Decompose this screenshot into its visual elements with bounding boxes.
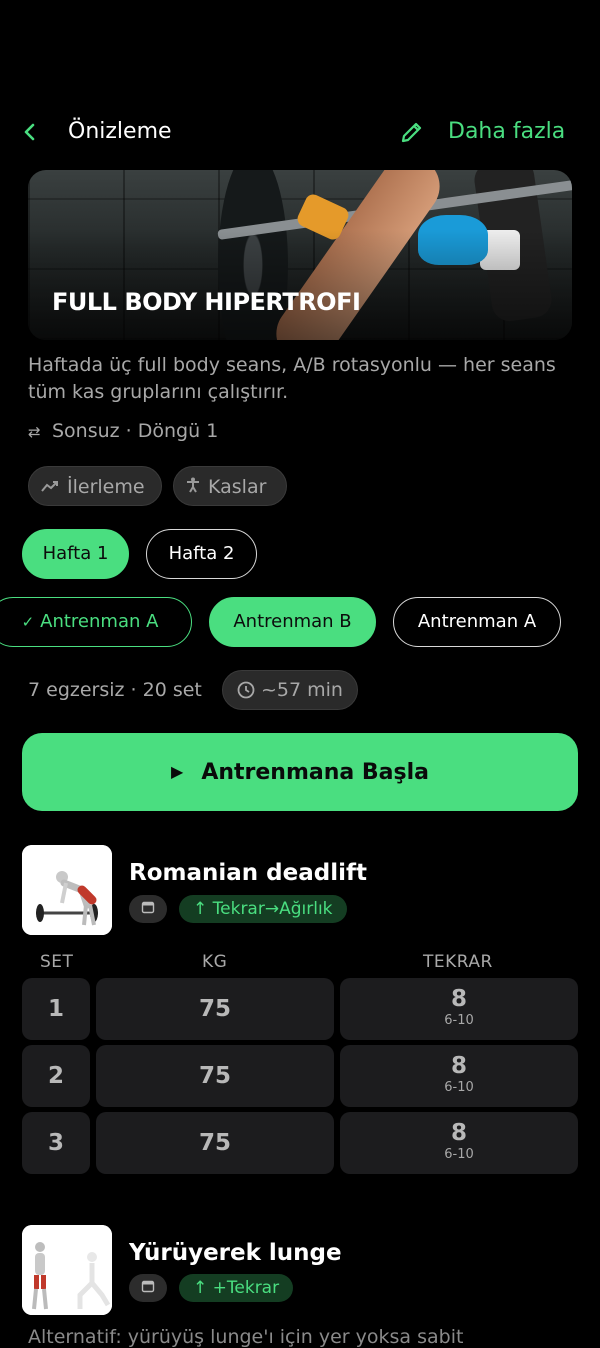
check-icon: ✓ (21, 613, 35, 631)
exercise-name[interactable]: Romanian deadlift (129, 858, 367, 888)
exercise-thumbnail[interactable] (22, 1225, 112, 1315)
exercise-note: Alternatif: yürüyüş lunge'ı için yer yok… (28, 1326, 464, 1348)
schedule-tag[interactable] (129, 1274, 167, 1302)
exercise-thumbnail[interactable] (22, 845, 112, 935)
progress-chip-label: İlerleme (67, 476, 145, 498)
tab-week-1[interactable]: Hafta 1 (22, 529, 129, 579)
back-button[interactable] (18, 118, 42, 146)
reps-value: 8 (450, 1053, 467, 1079)
tab-workout-a-done[interactable]: ✓ Antrenman A (0, 597, 192, 647)
workout-stats: 7 egzersiz · 20 set (28, 679, 202, 701)
reps-range: 6-10 (444, 1080, 474, 1095)
program-title: FULL BODY HIPERTROFI (52, 288, 361, 316)
weight-input[interactable]: 75 (96, 978, 334, 1040)
tab-workout-a[interactable]: Antrenman A (393, 597, 561, 647)
tab-week-2[interactable]: Hafta 2 (146, 529, 257, 579)
reps-value: 8 (450, 1120, 467, 1146)
reps-range: 6-10 (444, 1147, 474, 1162)
set-number: 2 (22, 1045, 90, 1107)
reps-value: 8 (450, 986, 467, 1012)
edit-button[interactable] (398, 118, 426, 146)
weight-input[interactable]: 75 (96, 1112, 334, 1174)
muscles-chip-label: Kaslar (208, 476, 267, 498)
tab-workout-b[interactable]: Antrenman B (209, 597, 376, 647)
weight-input[interactable]: 75 (96, 1045, 334, 1107)
chevron-left-icon (24, 123, 35, 141)
clock-icon (237, 681, 255, 699)
calendar-icon (141, 1280, 155, 1293)
program-description: Haftada üç full body seans, A/B rotasyon… (28, 354, 556, 403)
reps-input[interactable]: 8 6-10 (340, 1112, 578, 1174)
repeat-icon: ⇄ (28, 423, 41, 441)
calendar-icon (141, 901, 155, 914)
progression-tag[interactable]: ↑ +Tekrar (179, 1274, 294, 1302)
muscles-chip[interactable]: Kaslar (173, 466, 287, 506)
progress-chip[interactable]: İlerleme (28, 466, 162, 506)
workout-label: Antrenman A (40, 611, 159, 632)
set-number: 1 (22, 978, 90, 1040)
reps-column-header: TEKRAR (423, 952, 493, 972)
start-workout-button[interactable]: ▶ Antrenmana Başla (22, 733, 578, 811)
body-icon (186, 468, 200, 508)
duration-label: ~57 min (261, 679, 343, 701)
trend-up-icon (41, 468, 59, 508)
reps-range: 6-10 (444, 1013, 474, 1028)
set-number: 3 (22, 1112, 90, 1174)
more-button[interactable]: Daha fazla (448, 118, 565, 146)
exercise-name[interactable]: Yürüyerek lunge (129, 1238, 342, 1268)
page-title: Önizleme (68, 119, 172, 144)
start-workout-label: Antrenmana Başla (201, 760, 429, 785)
program-hero-image: FULL BODY HIPERTROFI (28, 170, 572, 340)
progression-tag[interactable]: ↑ Tekrar→Ağırlık (179, 895, 347, 923)
kg-column-header: KG (202, 952, 228, 972)
play-icon: ▶ (171, 762, 184, 781)
cycle-label: Sonsuz · Döngü 1 (52, 420, 219, 442)
reps-input[interactable]: 8 6-10 (340, 978, 578, 1040)
pencil-icon (401, 122, 422, 143)
schedule-tag[interactable] (129, 895, 167, 923)
cycle-info: ⇄ Sonsuz · Döngü 1 (28, 418, 218, 445)
reps-input[interactable]: 8 6-10 (340, 1045, 578, 1107)
duration-badge: ~57 min (222, 670, 358, 710)
set-column-header: SET (40, 952, 74, 972)
